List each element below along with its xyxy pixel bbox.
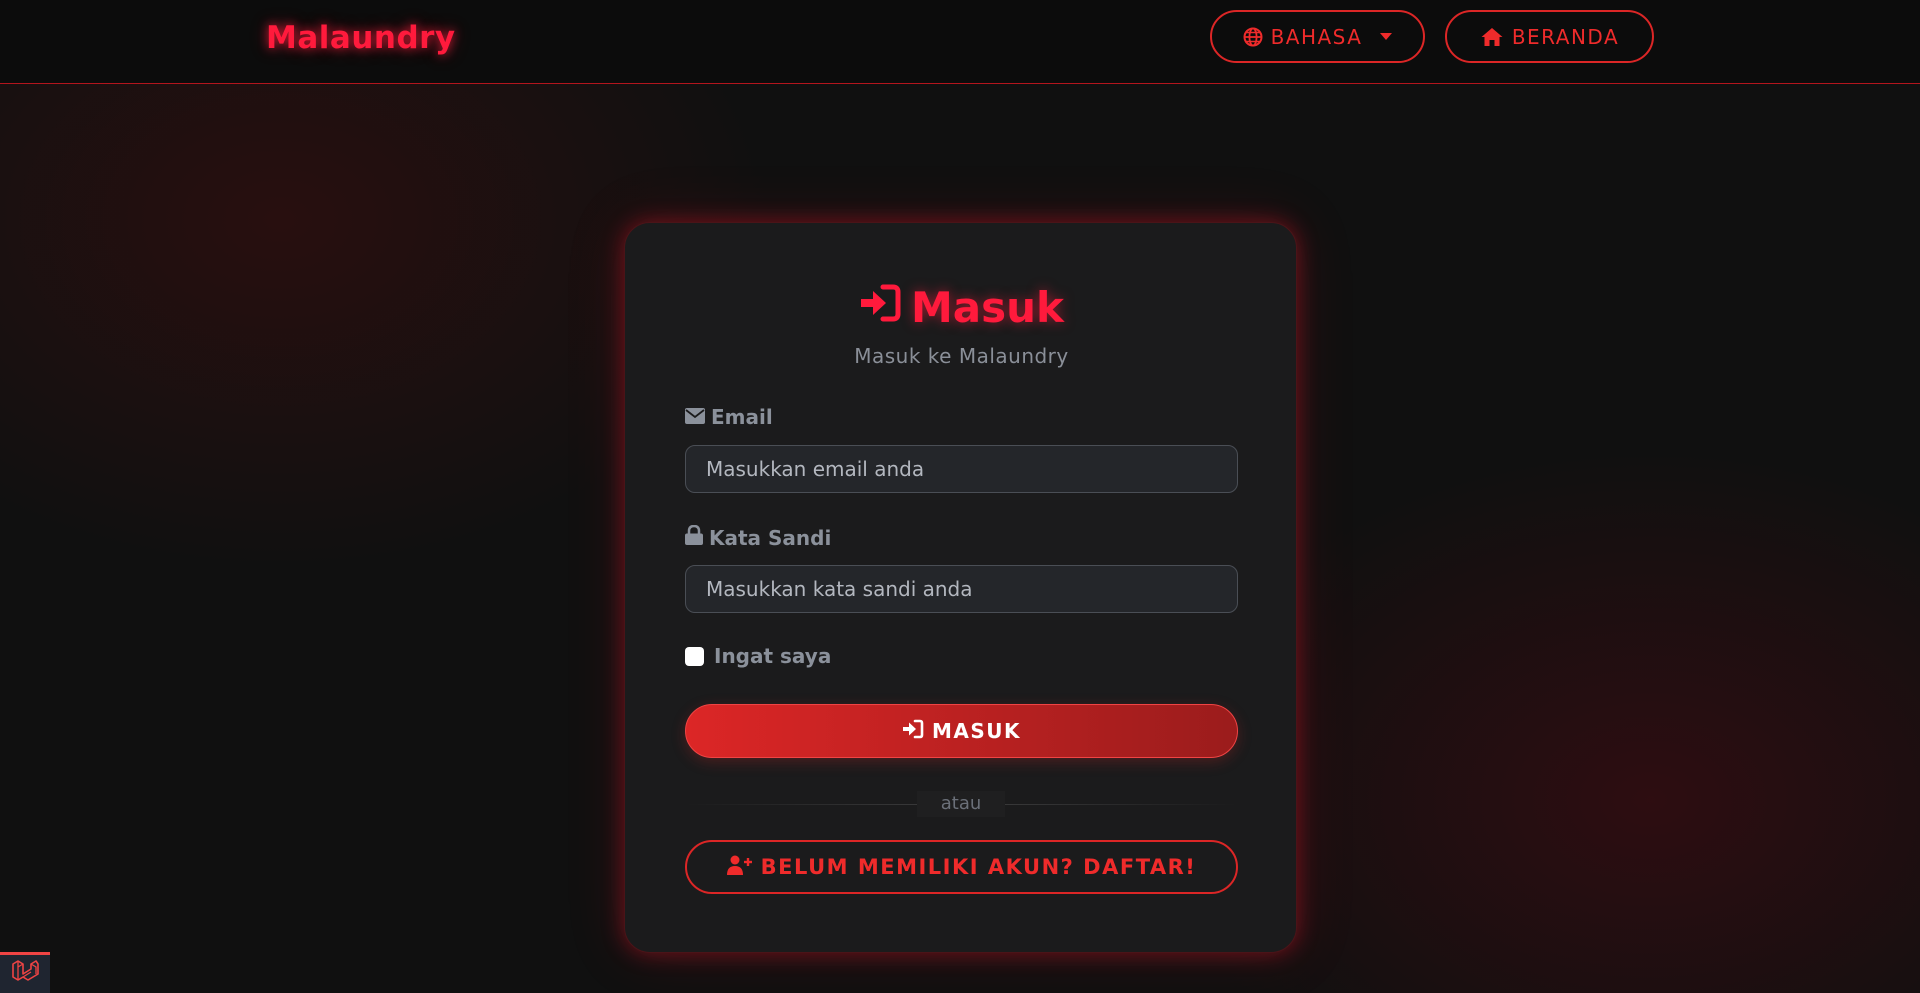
chevron-down-icon <box>1380 33 1393 40</box>
login-button[interactable]: MASUK <box>685 704 1238 758</box>
email-label: Email <box>685 405 773 429</box>
remember-me[interactable]: Ingat saya <box>685 644 831 668</box>
login-card: Masuk Masuk ke Malaundry Email Kata Sand… <box>624 222 1297 953</box>
language-dropdown-button[interactable]: BAHASA <box>1210 10 1425 63</box>
lock-icon <box>685 524 703 550</box>
home-button-label: BERANDA <box>1511 24 1620 49</box>
envelope-icon <box>685 405 705 429</box>
subtitle: Masuk ke Malaundry <box>854 344 1069 368</box>
register-button[interactable]: BELUM MEMILIKI AKUN? DAFTAR! <box>685 840 1238 894</box>
user-plus-icon <box>726 855 753 880</box>
home-icon <box>1480 27 1504 47</box>
sign-in-icon <box>859 283 901 332</box>
password-field[interactable] <box>685 565 1238 613</box>
language-button-label: BAHASA <box>1270 24 1363 49</box>
sign-in-icon <box>902 719 924 744</box>
remember-label: Ingat saya <box>714 644 832 668</box>
laravel-icon <box>11 959 39 989</box>
navbar: Malaundry BAHASA BERANDA <box>0 0 1920 84</box>
password-label: Kata Sandi <box>685 524 832 550</box>
page-title: Masuk <box>625 283 1298 332</box>
login-button-label: MASUK <box>931 719 1022 743</box>
register-button-label: BELUM MEMILIKI AKUN? DAFTAR! <box>760 855 1197 879</box>
home-button[interactable]: BERANDA <box>1445 10 1654 63</box>
remember-checkbox[interactable] <box>685 646 704 666</box>
debug-toolbar-toggle[interactable] <box>0 952 50 993</box>
brand-logo[interactable]: Malaundry <box>266 20 456 56</box>
globe-icon <box>1243 27 1263 47</box>
title-text: Masuk <box>911 283 1064 332</box>
password-label-text: Kata Sandi <box>709 525 832 550</box>
email-label-text: Email <box>711 405 773 429</box>
email-field[interactable] <box>685 445 1238 493</box>
divider-text: atau <box>917 791 1005 817</box>
